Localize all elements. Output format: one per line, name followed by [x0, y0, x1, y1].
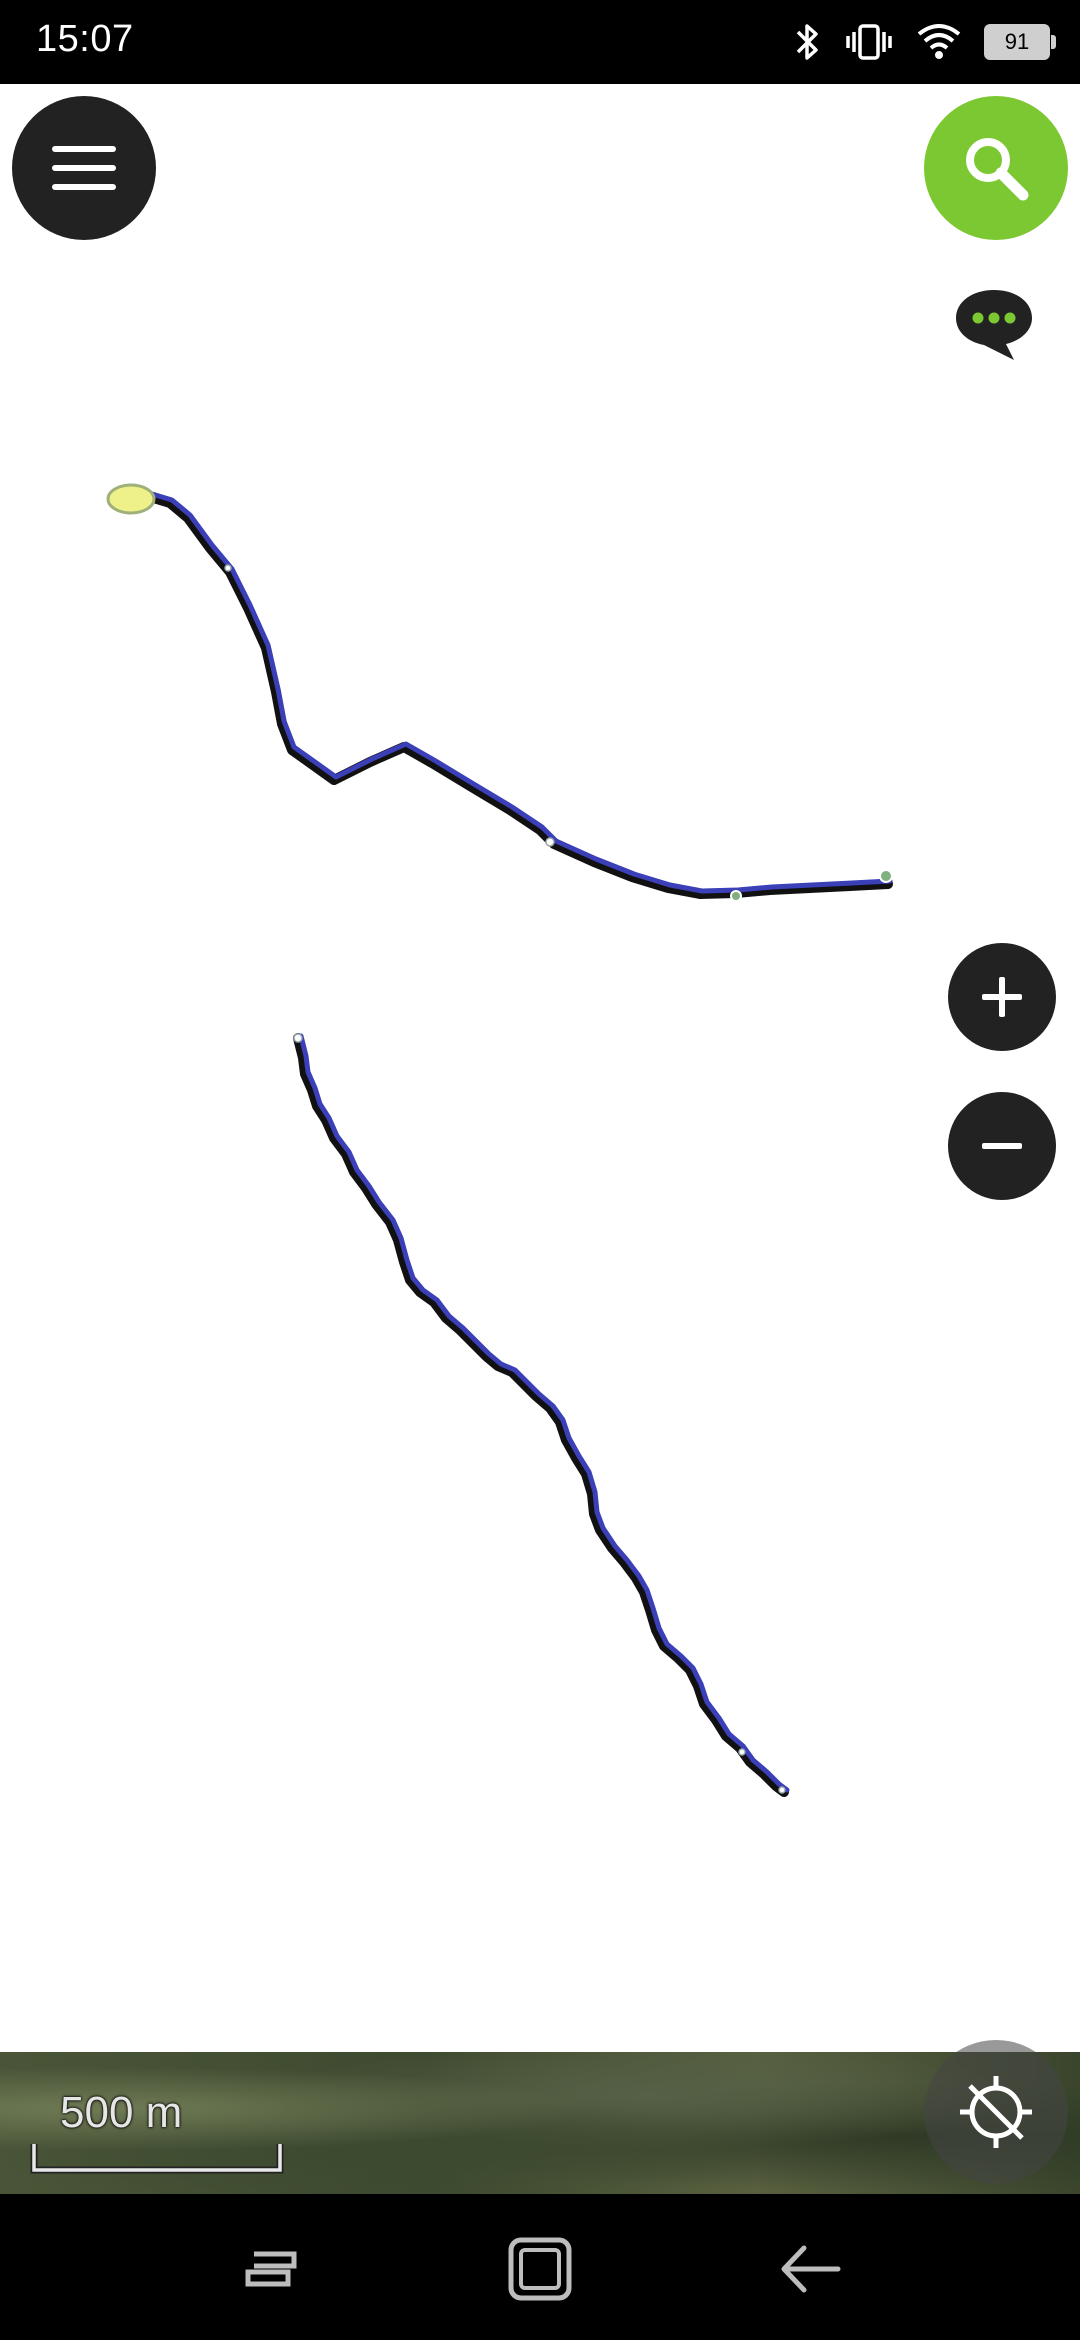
home-icon[interactable]: [505, 2236, 575, 2302]
back-icon[interactable]: [774, 2236, 844, 2302]
bluetooth-icon: [796, 24, 818, 60]
start-marker[interactable]: [106, 483, 156, 515]
status-icons: 91: [792, 16, 1056, 68]
waypoint-marker[interactable]: [730, 890, 742, 902]
waypoint-marker[interactable]: [778, 1786, 786, 1794]
waypoint-marker[interactable]: [293, 1033, 303, 1043]
chat-bubble-icon[interactable]: [952, 286, 1036, 362]
status-time: 15:07: [36, 18, 134, 60]
status-bar: 15:07 91: [0, 0, 1080, 84]
track-layer: [106, 483, 893, 1797]
search-button[interactable]: [924, 96, 1068, 240]
battery-level: 91: [1004, 29, 1030, 54]
track-lower: [298, 1033, 790, 1793]
wifi-icon: [917, 24, 961, 59]
waypoint-marker[interactable]: [224, 564, 232, 572]
recents-icon[interactable]: [236, 2236, 306, 2302]
locate-button[interactable]: [924, 2040, 1068, 2184]
zoom-in-button[interactable]: [948, 943, 1056, 1051]
map-canvas[interactable]: [0, 84, 1080, 2194]
track-upper: [149, 491, 893, 894]
system-nav-bar: [0, 2194, 1080, 2340]
track-upper-outline: [145, 492, 893, 899]
menu-button[interactable]: [12, 96, 156, 240]
gps-locate-icon: [960, 2076, 1032, 2148]
minus-icon: [982, 1143, 1022, 1149]
zoom-out-button[interactable]: [948, 1092, 1056, 1200]
waypoint-marker[interactable]: [879, 869, 893, 883]
waypoint-marker[interactable]: [738, 1748, 746, 1756]
waypoint-marker[interactable]: [545, 837, 555, 847]
scale-label: 500 m: [60, 2088, 183, 2137]
battery-icon: 91: [984, 24, 1056, 60]
vibrate-icon: [846, 24, 892, 60]
search-icon: [966, 138, 1029, 201]
plus-icon: [982, 977, 1022, 1017]
hamburger-menu-icon: [52, 146, 116, 190]
track-lower-outline: [293, 1033, 789, 1797]
